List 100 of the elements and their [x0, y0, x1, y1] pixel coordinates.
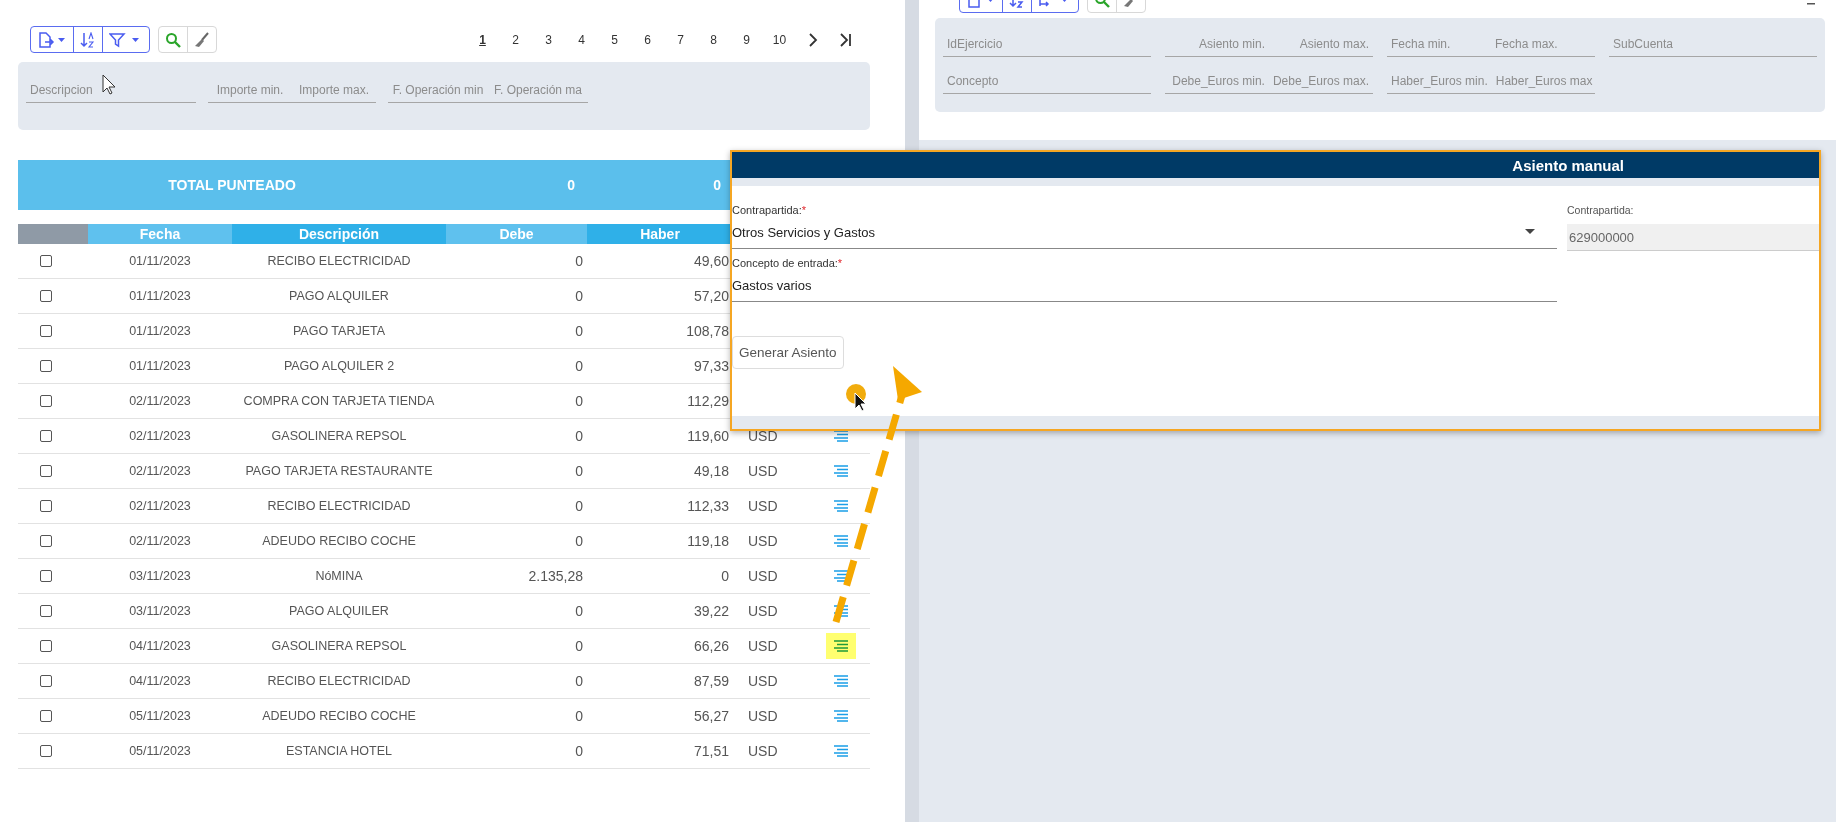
filter-field[interactable]: F. Operación min F. Operación ma [388, 78, 588, 103]
page-link[interactable]: 1 [466, 32, 499, 47]
input-field[interactable]: Gastos varios [732, 269, 1557, 302]
description-cell-text: RECIBO ELECTRICIDAD [266, 499, 412, 513]
debe-cell-text: 0 [574, 498, 584, 514]
row-checkbox[interactable] [40, 395, 52, 407]
total-label: TOTAL PUNTEADO [167, 177, 297, 193]
dialog-title: Asiento manual [1512, 156, 1624, 174]
date-cell-text: 05/11/2023 [128, 709, 192, 723]
generate-button[interactable]: Generar Asiento [732, 336, 844, 369]
page-link[interactable]: 10 [763, 32, 796, 47]
row-checkbox[interactable] [40, 430, 52, 442]
minimize-icon[interactable] [1807, 2, 1815, 5]
description-cell-text: PAGO ALQUILER [288, 604, 390, 618]
row-checkbox[interactable] [40, 360, 52, 372]
currency-cell-text: USD [747, 743, 779, 759]
page-link[interactable]: 6 [631, 32, 664, 47]
row-checkbox[interactable] [40, 745, 52, 757]
date-cell-text: 01/11/2023 [128, 324, 192, 338]
filter-field[interactable]: Haber_Euros min. Haber_Euros max [1387, 69, 1595, 94]
row-checkbox[interactable] [40, 500, 52, 512]
select-field[interactable]: Otros Servicios y Gastos [732, 216, 1557, 249]
description-cell-text: ADEUDO RECIBO COCHE [261, 709, 417, 723]
debe-cell-text: 0 [574, 323, 584, 339]
haber-cell-text: 119,60 [686, 428, 730, 444]
header-cell [18, 224, 88, 244]
page-link[interactable]: 9 [730, 32, 763, 47]
row-checkbox[interactable] [40, 605, 52, 617]
field-label: Concepto de entrada:* [732, 257, 844, 269]
row-checkbox[interactable] [40, 570, 52, 582]
currency-cell-text: USD [747, 498, 779, 514]
cursor-icon [102, 74, 116, 95]
filter-field[interactable]: Concepto [943, 69, 1151, 94]
haber-cell-text: 57,20 [692, 288, 730, 304]
haber-cell-text: 112,29 [686, 393, 730, 409]
column-header[interactable]: Descripción [232, 224, 446, 244]
caret-icon [1525, 229, 1535, 235]
haber-cell-text: 97,33 [692, 358, 730, 374]
haber-cell-text: 71,51 [692, 743, 730, 759]
row-checkbox[interactable] [40, 710, 52, 722]
debe-cell-text: 0 [574, 393, 584, 409]
debe-cell-text: 0 [574, 288, 584, 304]
debe-cell-text: 0 [574, 463, 584, 479]
date-cell-text: 02/11/2023 [128, 394, 192, 408]
date-cell-text: 02/11/2023 [128, 429, 192, 443]
column-header[interactable]: Fecha [88, 224, 232, 244]
last-page-icon[interactable] [838, 32, 853, 47]
row-checkbox[interactable] [40, 535, 52, 547]
description-cell-text: RECIBO ELECTRICIDAD [266, 674, 412, 688]
description-cell-text: NóMINA [314, 569, 364, 583]
debe-cell-text: 0 [574, 708, 584, 724]
field-label: Contrapartida:* [732, 204, 807, 216]
haber-cell-text: 119,18 [686, 533, 730, 549]
debe-cell-text: 0 [574, 743, 584, 759]
filter-field[interactable]: IdEjercicio [943, 32, 1151, 57]
column-header[interactable]: Debe [446, 224, 587, 244]
date-cell-text: 05/11/2023 [128, 744, 192, 758]
filter-field[interactable]: Fecha min. Fecha max. [1387, 32, 1595, 57]
haber-cell-text: 108,78 [685, 323, 730, 339]
date-cell-text: 01/11/2023 [128, 289, 192, 303]
description-cell-text: PAGO ALQUILER [288, 289, 390, 303]
field-label: Contrapartida: [1567, 204, 1635, 216]
debe-cell-text: 0 [574, 638, 584, 654]
page-link[interactable]: 5 [598, 32, 631, 47]
date-cell-text: 02/11/2023 [128, 534, 192, 548]
debe-cell-text: 2.135,28 [527, 568, 584, 584]
row-checkbox[interactable] [40, 640, 52, 652]
description-cell-text: GASOLINERA REPSOL [270, 429, 408, 443]
description-cell-text: PAGO ALQUILER 2 [282, 359, 396, 373]
filter-field[interactable]: Debe_Euros min. Debe_Euros max. [1165, 69, 1373, 94]
next-page-icon[interactable] [807, 32, 818, 47]
description-cell-text: COMPRA CON TARJETA TIENDA [242, 394, 436, 408]
debe-cell-text: 0 [574, 603, 584, 619]
debe-cell-text: 0 [574, 253, 584, 269]
description-cell-text: GASOLINERA REPSOL [270, 639, 408, 653]
haber-cell-text: 66,26 [692, 638, 730, 654]
filter-field[interactable]: Importe min. Importe max. [208, 78, 376, 103]
haber-cell-text: 112,33 [686, 498, 730, 514]
date-cell-text: 02/11/2023 [128, 499, 192, 513]
page-link[interactable]: 4 [565, 32, 598, 47]
filter-field[interactable]: SubCuenta [1609, 32, 1817, 57]
date-cell-text: 01/11/2023 [128, 359, 192, 373]
row-checkbox[interactable] [40, 325, 52, 337]
page-link[interactable]: 7 [664, 32, 697, 47]
page-link[interactable]: 8 [697, 32, 730, 47]
page-link[interactable]: 3 [532, 32, 565, 47]
currency-cell-text: USD [747, 568, 779, 584]
currency-cell-text: USD [747, 463, 779, 479]
page-link[interactable]: 2 [499, 32, 532, 47]
row-checkbox[interactable] [40, 675, 52, 687]
row-checkbox[interactable] [40, 290, 52, 302]
filter-field[interactable]: Asiento min. Asiento max. [1165, 32, 1373, 57]
date-cell-text: 01/11/2023 [128, 254, 192, 268]
readonly-field: 629000000 [1567, 224, 1819, 251]
row-checkbox[interactable] [40, 255, 52, 267]
description-cell-text: RECIBO ELECTRICIDAD [266, 254, 412, 268]
haber-cell-text: 49,18 [692, 463, 730, 479]
row-checkbox[interactable] [40, 465, 52, 477]
column-header[interactable]: Haber [587, 224, 733, 244]
haber-cell-text: 39,22 [692, 603, 730, 619]
